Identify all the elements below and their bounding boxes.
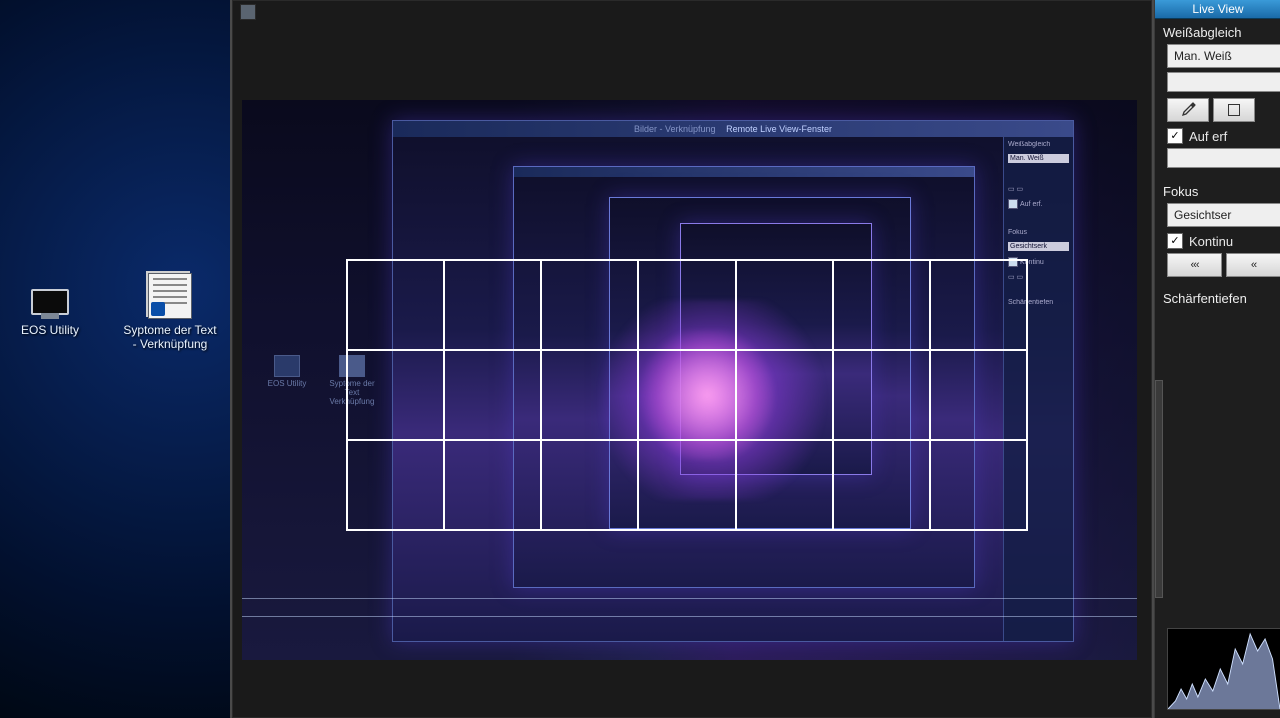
white-balance-value-field[interactable] — [1167, 72, 1280, 92]
depth-of-field-label: Schärfentiefen — [1155, 285, 1280, 310]
checkbox-icon — [1167, 128, 1183, 144]
inner-desktop-icon: EOS Utility — [257, 355, 317, 388]
white-balance-label: Weißabgleich — [1155, 19, 1280, 44]
focus-near-small-button[interactable]: ‹‹ — [1226, 253, 1280, 277]
inner-title-prefix: Bilder - Verknüpfung — [634, 124, 716, 134]
computer-icon — [31, 287, 69, 319]
inner-window-title: Remote Live View-Fenster — [726, 124, 832, 134]
inner-desktop-icon-label: Syptome der Text Verknüpfung — [322, 379, 382, 406]
document-shortcut-icon — [148, 273, 192, 319]
desktop-icon-shortcut[interactable]: Syptome der Text - Verknüpfung — [110, 275, 230, 351]
inner-desktop-icon: Syptome der Text Verknüpfung — [322, 355, 382, 406]
live-view-tab[interactable]: Live View — [1155, 0, 1280, 19]
fokus-label: Fokus — [1155, 178, 1280, 203]
window-icon — [240, 4, 256, 20]
live-view-window: Bilder - Verknüpfung Remote Live View-Fe… — [230, 0, 1154, 718]
auf-erf-checkbox-row[interactable]: Auf erf — [1167, 128, 1280, 144]
inner-panel: Weißabgleich Man. Weiß ▭ ▭ Auf erf. Foku… — [1003, 137, 1073, 641]
inner-wb-value: Man. Weiß — [1008, 154, 1069, 163]
inner-desktop-icon-label: EOS Utility — [257, 379, 317, 388]
focus-near-large-button[interactable]: ‹‹‹ — [1167, 253, 1222, 277]
kontinu-checkbox-row[interactable]: Kontinu — [1167, 233, 1280, 249]
desktop-icon-label: EOS Utility — [0, 323, 110, 337]
desktop-icon-eos-utility[interactable]: EOS Utility — [0, 275, 110, 337]
white-balance-dropdown[interactable]: Man. Weiß — [1167, 44, 1280, 68]
desktop-background: EOS Utility Syptome der Text - Verknüpfu… — [0, 0, 230, 718]
inner-wb-label: Weißabgleich — [1008, 141, 1069, 148]
inner-window-titlebar: Bilder - Verknüpfung Remote Live View-Fe… — [393, 121, 1073, 137]
wb-aux-button[interactable] — [1213, 98, 1255, 122]
panel-scrollbar[interactable] — [1155, 380, 1163, 598]
histogram — [1167, 628, 1280, 710]
inner-fokus-label: Fokus — [1008, 229, 1069, 236]
focus-mode-dropdown[interactable]: Gesichtser — [1167, 203, 1280, 227]
inner-gesicht: Gesichtserk — [1008, 242, 1069, 251]
square-icon — [1228, 104, 1240, 116]
inner-schaerf: Schärfentiefen — [1008, 299, 1069, 306]
auf-erf-label: Auf erf — [1189, 129, 1227, 144]
checkbox-icon — [1167, 233, 1183, 249]
desktop-icon-label: Syptome der Text - Verknüpfung — [110, 323, 230, 351]
wb-extra-field[interactable] — [1167, 148, 1280, 168]
live-view-image[interactable]: Bilder - Verknüpfung Remote Live View-Fe… — [242, 100, 1137, 660]
eyedropper-button[interactable] — [1167, 98, 1209, 122]
control-panel: Live View Weißabgleich Man. Weiß Auf erf… — [1154, 0, 1280, 718]
eyedropper-icon — [1180, 102, 1196, 118]
inner-kontinu: Kontinu — [1020, 259, 1044, 266]
histogram-chart-icon — [1168, 629, 1280, 709]
kontinu-label: Kontinu — [1189, 234, 1233, 249]
inner-auf-label: Auf erf. — [1020, 201, 1043, 208]
